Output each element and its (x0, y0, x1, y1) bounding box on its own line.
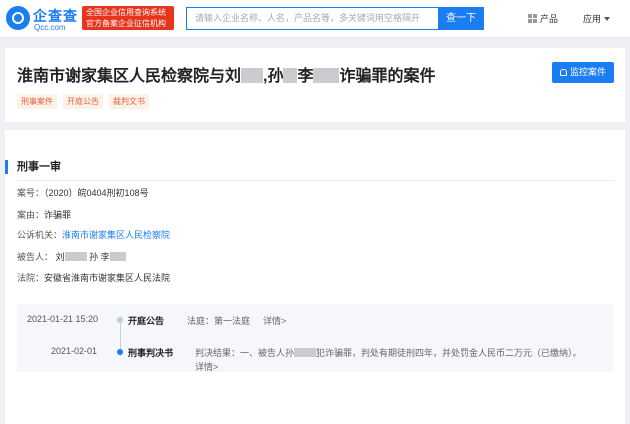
case-tags: 刑事案件 开庭公告 裁判文书 (17, 94, 149, 109)
timeline-type: 开庭公告 (128, 316, 165, 326)
timeline-date: 2021-01-21 15:20 (27, 314, 99, 324)
monitor-case-label: 监控案件 (569, 67, 606, 77)
certification-badge: 全国企业信用查询系统 官方备案企业征信机构 (82, 6, 174, 30)
cert-line-1: 全国企业信用查询系统 (86, 8, 166, 17)
verdict-text-1: 一、被告人孙 (240, 348, 295, 358)
nav-product-menu[interactable]: 产品 (528, 12, 558, 25)
timeline-info: 判决结果：一、被告人孙 犯诈骗罪，判处有期徒刑四年，并处罚金人民币二万元（已缴纳）… (195, 346, 582, 359)
case-detail-card: 刑事一审 案号：（2020）皖0404刑初108号 案由：诈骗罪 公诉机关：淮南… (5, 130, 625, 424)
timeline-info: 法庭：第一法庭 (187, 314, 250, 327)
redacted-name (283, 68, 298, 83)
redacted-name (241, 68, 264, 83)
case-timeline: 2021-01-21 15:20 开庭公告 法庭：第一法庭 详情> 2021-0… (17, 304, 613, 372)
defendant-1: 刘 (55, 252, 65, 262)
nav-product-label: 产品 (540, 14, 559, 24)
timeline-date: 2021-02-01 (51, 346, 98, 356)
case-cause-value: 诈骗罪 (44, 210, 72, 220)
redacted-name (109, 252, 126, 261)
case-cause-label: 案由： (17, 210, 45, 220)
nav-app-menu[interactable]: 应用 (583, 12, 611, 25)
case-number-label: 案号： (17, 188, 45, 198)
nav-app-label: 应用 (583, 14, 602, 24)
court-label: 法院： (17, 273, 45, 283)
defendant-3: 李 (100, 252, 110, 262)
search-button[interactable]: 查一下 (438, 7, 484, 30)
prosecutor-label: 公诉机关： (17, 230, 63, 240)
monitor-case-button[interactable]: 监控案件 (552, 62, 614, 83)
monitor-icon (559, 69, 567, 76)
tag-court-notice[interactable]: 开庭公告 (63, 94, 103, 109)
section-title: 刑事一审 (5, 160, 61, 174)
redacted-name (64, 252, 87, 261)
grid-icon (528, 14, 537, 23)
court-value: 安徽省淮南市谢家集区人民法院 (44, 273, 171, 283)
defendant-2: 孙 (89, 252, 99, 262)
timeline-dot (117, 317, 123, 323)
divider (17, 180, 615, 181)
timeline-dot (117, 349, 123, 355)
case-number-row: 案号：（2020）皖0404刑初108号 (17, 186, 149, 199)
redacted-name (313, 68, 340, 83)
case-header-card: 淮南市谢家集区人民检察院与刘 ,孙李 诈骗罪的案件 刑事案件 开庭公告 裁判文书 监… (5, 48, 625, 122)
verdict-text-2: 犯诈骗罪，判处有期徒刑四年，并处罚金人民币二万元（已缴纳）。 (316, 348, 582, 358)
court-room-label: 法庭： (187, 316, 215, 326)
court-row: 法院：安徽省淮南市谢家集区人民法院 (17, 271, 170, 284)
tag-judgment-doc[interactable]: 裁判文书 (109, 94, 149, 109)
defendant-label: 被告人： (17, 252, 54, 262)
case-number-value: （2020）皖0404刑初108号 (44, 188, 149, 198)
logo-icon (6, 6, 30, 30)
case-title-text-3: 李 (297, 68, 314, 85)
case-title-text-2: ,孙 (263, 68, 284, 85)
court-room-value: 第一法庭 (214, 316, 251, 326)
chevron-down-icon (604, 17, 611, 21)
search-input[interactable]: 请输入企业名称、人名，产品名等，多关键词用空格隔开 (186, 7, 438, 30)
case-cause-row: 案由：诈骗罪 (17, 208, 71, 221)
timeline-type: 刑事判决书 (128, 348, 174, 358)
prosecutor-row: 公诉机关：淮南市谢家集区人民检察院 (17, 228, 170, 241)
site-logo[interactable]: 企查查 Qcc.com (6, 5, 82, 33)
redacted-name (294, 348, 317, 357)
detail-link[interactable]: 详情> (263, 314, 286, 327)
case-title: 淮南市谢家集区人民检察院与刘 ,孙李 诈骗罪的案件 (17, 62, 436, 86)
tag-criminal-case[interactable]: 刑事案件 (17, 94, 57, 109)
verdict-label: 判决结果： (195, 348, 241, 358)
top-navigation-bar: 企查查 Qcc.com 全国企业信用查询系统 官方备案企业征信机构 请输入企业名… (0, 0, 630, 38)
logo-domain: Qcc.com (34, 23, 66, 32)
defendant-row: 被告人： 刘 孙 李 (17, 250, 126, 263)
cert-line-2: 官方备案企业征信机构 (86, 19, 166, 28)
case-title-text-4: 诈骗罪的案件 (339, 68, 436, 85)
detail-link[interactable]: 详情> (195, 360, 218, 373)
prosecutor-link[interactable]: 淮南市谢家集区人民检察院 (62, 230, 170, 240)
case-title-text-1: 淮南市谢家集区人民检察院与刘 (17, 68, 242, 85)
